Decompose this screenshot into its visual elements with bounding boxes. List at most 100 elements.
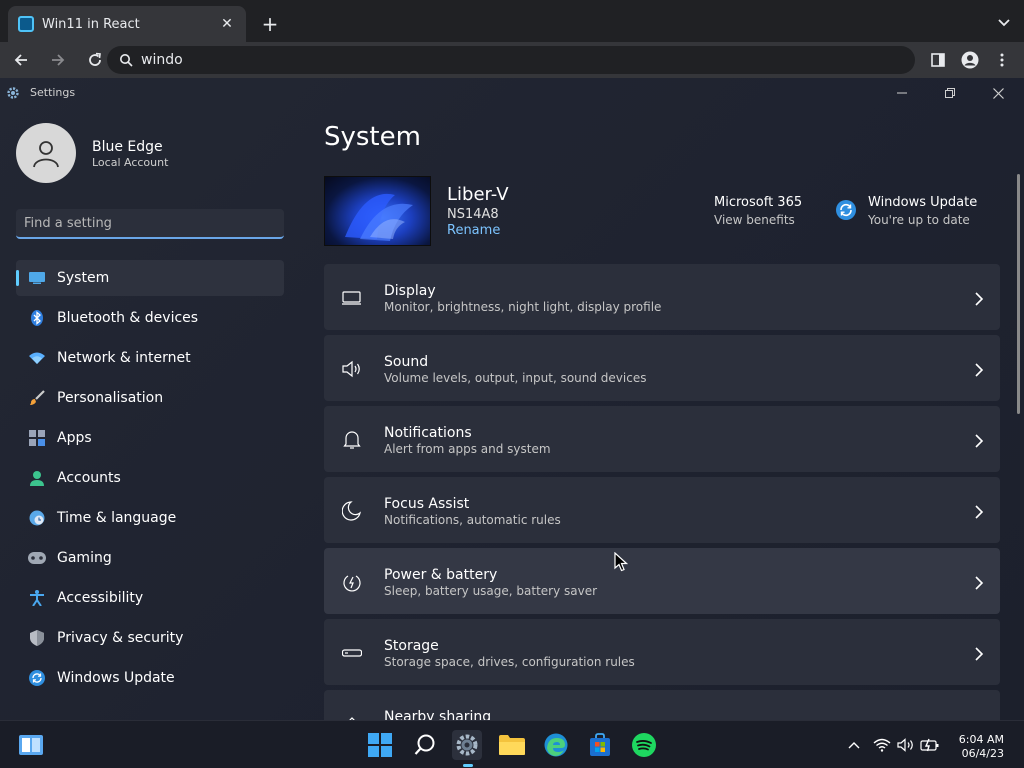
sidebar-item-accessibility[interactable]: Accessibility <box>16 580 284 616</box>
tab-search-chevron-icon[interactable] <box>996 14 1012 30</box>
taskbar: 6:04 AM 06/4/23 <box>0 720 1024 768</box>
spotify-button[interactable] <box>629 730 659 760</box>
restore-button[interactable] <box>940 84 960 102</box>
sidebar-item-personalisation[interactable]: Personalisation <box>16 380 284 416</box>
storage-card[interactable]: Storage Storage space, drives, configura… <box>324 619 1000 685</box>
chevron-right-icon <box>975 292 984 306</box>
widgets-icon <box>19 735 43 755</box>
sidebar-item-windows-update[interactable]: Windows Update <box>16 660 284 696</box>
window-title: Settings <box>30 86 76 99</box>
globe-clock-icon <box>28 509 46 527</box>
store-bag-icon <box>590 733 610 756</box>
minimize-button[interactable] <box>892 84 912 102</box>
sidebar-item-label: Network & internet <box>57 350 191 366</box>
sidebar-item-time-language[interactable]: Time & language <box>16 500 284 536</box>
device-model: NS14A8 <box>447 207 499 222</box>
chevron-right-icon <box>975 363 984 377</box>
back-button[interactable] <box>5 44 37 76</box>
sidebar-item-privacy[interactable]: Privacy & security <box>16 620 284 656</box>
sidebar-item-accounts[interactable]: Accounts <box>16 460 284 496</box>
card-subtitle: Alert from apps and system <box>384 442 551 456</box>
bell-icon <box>343 431 361 449</box>
page-title: System <box>324 122 421 152</box>
sidebar-item-label: Apps <box>57 430 92 446</box>
taskbar-search-button[interactable] <box>410 730 440 760</box>
brush-icon <box>28 389 46 407</box>
address-bar[interactable]: windo <box>107 46 915 74</box>
tray-volume[interactable] <box>896 735 916 755</box>
sidebar-item-label: System <box>57 270 110 286</box>
rename-link[interactable]: Rename <box>447 223 500 238</box>
clock-date[interactable]: 06/4/23 <box>962 747 1004 760</box>
card-title: Storage <box>384 638 439 654</box>
sidebar-item-system[interactable]: System <box>16 260 284 296</box>
tab-title: Win11 in React <box>42 16 140 32</box>
profile-button[interactable] <box>954 44 986 76</box>
close-button[interactable] <box>988 84 1008 102</box>
store-button[interactable] <box>585 730 615 760</box>
focus-assist-card[interactable]: Focus Assist Notifications, automatic ru… <box>324 477 1000 543</box>
device-wallpaper-thumbnail <box>324 176 431 246</box>
apps-icon <box>28 429 46 447</box>
card-title: Display <box>384 283 436 299</box>
browser-menu-button[interactable] <box>986 44 1018 76</box>
side-panel-button[interactable] <box>922 44 954 76</box>
card-subtitle: Sleep, battery usage, battery saver <box>384 584 598 598</box>
taskbar-settings-button[interactable] <box>452 730 482 760</box>
sidebar-item-bluetooth[interactable]: Bluetooth & devices <box>16 300 284 336</box>
tray-overflow-button[interactable] <box>844 735 864 755</box>
tray-wifi[interactable] <box>872 735 892 755</box>
accessibility-icon <box>28 589 46 607</box>
scrollbar[interactable] <box>1017 174 1020 414</box>
power-battery-card[interactable]: Power & battery Sleep, battery usage, ba… <box>324 548 1000 614</box>
tab-close-button[interactable]: ✕ <box>218 16 236 32</box>
forward-button[interactable] <box>42 44 74 76</box>
sidebar-item-label: Bluetooth & devices <box>57 310 199 326</box>
chevron-right-icon <box>975 505 984 519</box>
wifi-icon <box>873 738 891 752</box>
profile-name: Blue Edge <box>92 139 163 155</box>
close-icon <box>992 87 1004 99</box>
window-titlebar: Settings <box>0 78 1024 108</box>
ms365-subtitle: View benefits <box>714 213 795 227</box>
sidebar-nav: System Bluetooth & devices Network & int… <box>16 260 284 700</box>
gamepad-icon <box>28 549 46 567</box>
sound-card[interactable]: Sound Volume levels, output, input, soun… <box>324 335 1000 401</box>
file-explorer-button[interactable] <box>497 730 527 760</box>
speaker-icon <box>342 360 360 378</box>
device-name: Liber-V <box>447 184 509 205</box>
browser-tabstrip: Win11 in React ✕ + <box>0 0 1024 42</box>
display-card[interactable]: Display Monitor, brightness, night light… <box>324 264 1000 330</box>
card-subtitle: Storage space, drives, configuration rul… <box>384 655 635 669</box>
sidebar-item-label: Gaming <box>57 550 112 566</box>
ms365-title[interactable]: Microsoft 365 <box>714 195 802 210</box>
tray-battery[interactable] <box>920 735 940 755</box>
nearby-sharing-card[interactable]: Nearby sharing <box>324 690 1000 720</box>
notifications-card[interactable]: Notifications Alert from apps and system <box>324 406 1000 472</box>
settings-list: Display Monitor, brightness, night light… <box>324 264 1000 720</box>
sidebar-item-label: Privacy & security <box>57 630 184 646</box>
sidebar-item-network[interactable]: Network & internet <box>16 340 284 376</box>
start-button[interactable] <box>365 730 395 760</box>
new-tab-button[interactable]: + <box>258 12 282 36</box>
search-placeholder: Find a setting <box>24 215 112 231</box>
wifi-icon <box>28 349 46 367</box>
windows-update-title[interactable]: Windows Update <box>868 195 977 210</box>
sidebar-item-label: Personalisation <box>57 390 164 406</box>
find-setting-input[interactable]: Find a setting <box>16 209 284 239</box>
widgets-button[interactable] <box>16 730 46 760</box>
clock-time[interactable]: 6:04 AM <box>959 733 1004 746</box>
edge-browser-button[interactable] <box>541 730 571 760</box>
browser-tab[interactable]: Win11 in React ✕ <box>8 6 246 42</box>
card-subtitle: Notifications, automatic rules <box>384 513 561 527</box>
folder-icon <box>499 735 525 755</box>
chevron-right-icon <box>975 434 984 448</box>
search-icon <box>120 54 133 67</box>
edge-icon <box>544 733 568 757</box>
card-title: Sound <box>384 354 429 370</box>
sidebar-item-apps[interactable]: Apps <box>16 420 284 456</box>
avatar[interactable] <box>16 123 76 183</box>
settings-window: Settings Blue Edge Local Account Find a … <box>0 78 1024 720</box>
account-icon <box>961 51 979 69</box>
sidebar-item-gaming[interactable]: Gaming <box>16 540 284 576</box>
